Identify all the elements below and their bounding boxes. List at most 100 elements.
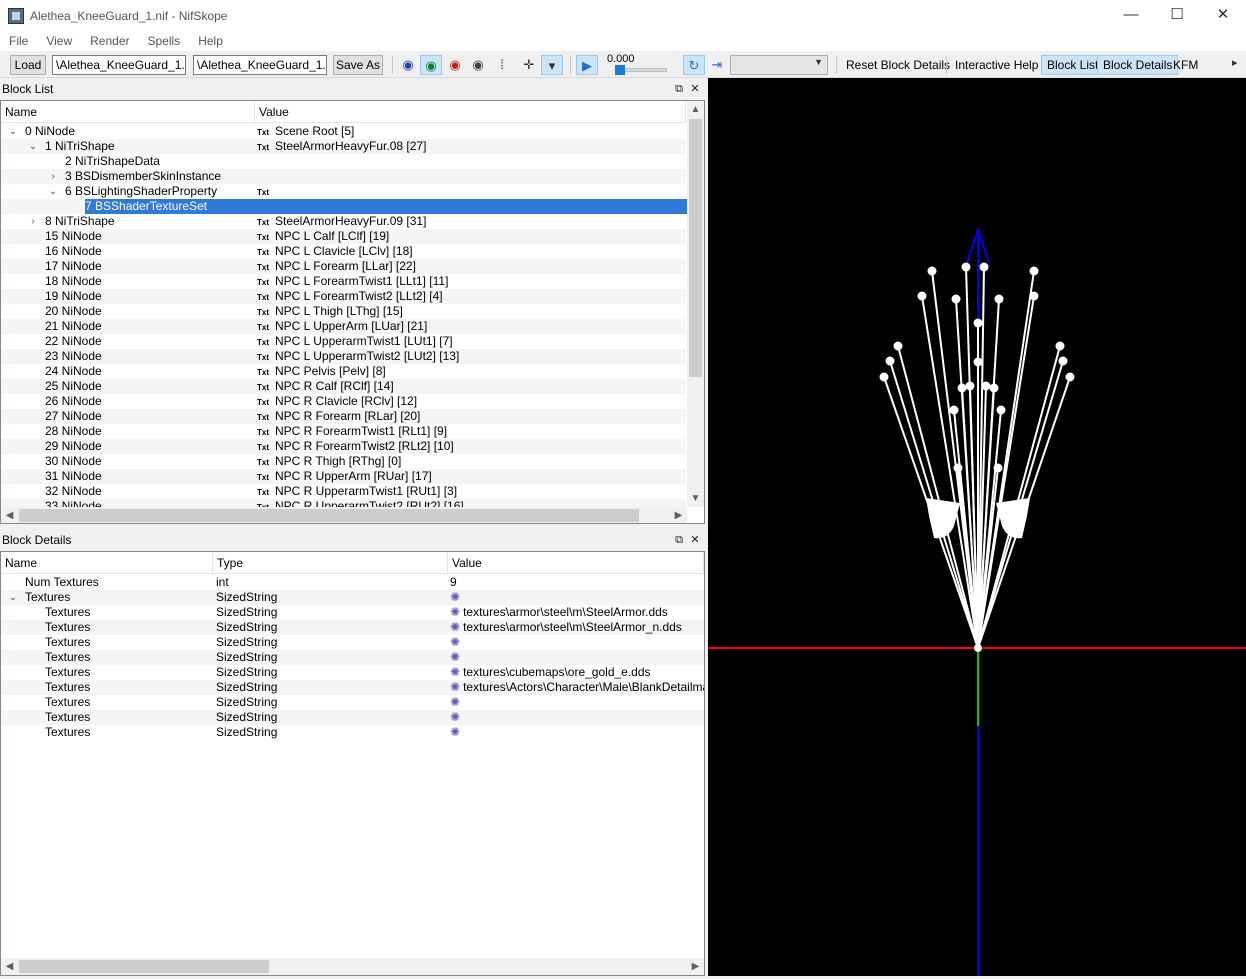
block-detail-row[interactable]: Textures SizedString ✺ bbox=[1, 695, 704, 710]
time-slider-thumb[interactable] bbox=[615, 65, 625, 75]
menu-file[interactable]: File bbox=[0, 34, 37, 48]
scroll-thumb[interactable] bbox=[689, 119, 702, 377]
block-list-vscroll[interactable]: ▲ ▼ bbox=[687, 101, 704, 507]
menu-spells[interactable]: Spells bbox=[139, 34, 190, 48]
block-list-row[interactable]: 28 NiNode Txt NPC R ForearmTwist1 [RLt1] [… bbox=[1, 424, 686, 439]
block-list-row[interactable]: 31 NiNode Txt NPC R UpperArm [RUar] [17] bbox=[1, 469, 686, 484]
block-list-row[interactable]: 22 NiNode Txt NPC L UpperarmTwist1 [LUt1] … bbox=[1, 334, 686, 349]
chevron-down-icon[interactable]: ⌄ bbox=[7, 124, 19, 139]
float-panel-icon[interactable]: ⧉ bbox=[672, 79, 686, 99]
axis-icon[interactable]: ✛ bbox=[518, 55, 540, 75]
load-path-field[interactable]: \Alethea_KneeGuard_1.nif bbox=[52, 55, 186, 75]
play-button[interactable]: ▶ bbox=[576, 55, 598, 75]
footprints-icon[interactable]: ⁞ bbox=[491, 55, 513, 75]
chevron-down-icon[interactable]: ⌄ bbox=[7, 590, 19, 605]
toolbar-overflow-icon[interactable]: ▸ bbox=[1232, 56, 1238, 69]
block-detail-row[interactable]: Textures SizedString ✺ bbox=[1, 710, 704, 725]
column-name[interactable]: Name bbox=[1, 552, 213, 574]
field-value-cell[interactable]: ✺ textures\armor\steel\m\SteelArmor.dds bbox=[450, 605, 704, 620]
column-name[interactable]: Name bbox=[1, 101, 255, 123]
load-button[interactable]: Load bbox=[10, 55, 46, 75]
block-list-row[interactable]: 20 NiNode Txt NPC L Thigh [LThg] [15] bbox=[1, 304, 686, 319]
view-dropdown-icon[interactable]: ▾ bbox=[541, 55, 563, 75]
animation-select[interactable]: ▼ bbox=[730, 55, 828, 75]
block-list-row[interactable]: 2 NiTriShapeData bbox=[1, 154, 686, 169]
block-list-row[interactable]: 26 NiNode Txt NPC R Clavicle [RClv] [12] bbox=[1, 394, 686, 409]
block-details-hscroll[interactable]: ◀ ▶ bbox=[1, 958, 704, 975]
switch-sequence-icon[interactable]: ⇥ bbox=[706, 55, 728, 75]
block-detail-row[interactable]: ⌄ Textures SizedString ✺ bbox=[1, 590, 704, 605]
view-eye-blue-icon[interactable]: ◉ bbox=[397, 55, 419, 75]
block-list-row[interactable]: 17 NiNode Txt NPC L Forearm [LLar] [22] bbox=[1, 259, 686, 274]
block-detail-row[interactable]: Textures SizedString ✺ textures\armor\steel… bbox=[1, 620, 704, 635]
block-detail-row[interactable]: Textures SizedString ✺ textures\cubemaps\or… bbox=[1, 665, 704, 680]
view-eye-red-icon[interactable]: ◉ bbox=[444, 55, 466, 75]
block-list-row[interactable]: 21 NiNode Txt NPC L UpperArm [LUar] [21] bbox=[1, 319, 686, 334]
save-as-button[interactable]: Save As bbox=[333, 55, 383, 75]
field-value-cell[interactable]: ✺ textures\cubemaps\ore_gold_e.dds bbox=[450, 665, 704, 680]
column-type[interactable]: Type bbox=[213, 552, 448, 574]
block-list-tree[interactable]: Name Value ⌄ 0 NiNode Txt Scene Root [5] ⌄ 1 … bbox=[0, 100, 705, 524]
block-list-toggle[interactable]: Block List bbox=[1041, 55, 1105, 75]
menu-help[interactable]: Help bbox=[189, 34, 232, 48]
block-detail-row[interactable]: Num Textures int 9 bbox=[1, 575, 704, 590]
field-value-cell[interactable]: ✺ bbox=[450, 695, 704, 710]
scroll-left-icon[interactable]: ◀ bbox=[1, 507, 18, 523]
block-detail-row[interactable]: Textures SizedString ✺ bbox=[1, 725, 704, 740]
field-value-cell[interactable]: ✺ textures\Actors\Character\Male\BlankDet… bbox=[450, 680, 704, 695]
block-list-row[interactable]: 15 NiNode Txt NPC L Calf [LClf] [19] bbox=[1, 229, 686, 244]
block-list-row[interactable]: 19 NiNode Txt NPC L ForearmTwist2 [LLt2] [… bbox=[1, 289, 686, 304]
field-value-cell[interactable]: 9 bbox=[450, 575, 704, 590]
block-list-row[interactable]: › 8 NiTriShape Txt SteelArmorHeavyFur.09 [3… bbox=[1, 214, 686, 229]
block-detail-row[interactable]: Textures SizedString ✺ textures\armor\steel… bbox=[1, 605, 704, 620]
render-viewport[interactable] bbox=[708, 78, 1246, 976]
field-value-cell[interactable]: ✺ bbox=[450, 725, 704, 740]
block-list-row[interactable]: 23 NiNode Txt NPC L UpperarmTwist2 [LUt2] … bbox=[1, 349, 686, 364]
block-list-row[interactable]: 29 NiNode Txt NPC R ForearmTwist2 [RLt2] [… bbox=[1, 439, 686, 454]
field-value-cell[interactable]: ✺ textures\armor\steel\m\SteelArmor_n.dds bbox=[450, 620, 704, 635]
minimize-button[interactable]: — bbox=[1108, 0, 1154, 31]
block-detail-row[interactable]: Textures SizedString ✺ textures\Actors\Char… bbox=[1, 680, 704, 695]
menu-render[interactable]: Render bbox=[81, 34, 138, 48]
chevron-right-icon[interactable]: › bbox=[47, 169, 59, 184]
column-value[interactable]: Value bbox=[448, 552, 704, 574]
reset-block-details-button[interactable]: Reset Block Details bbox=[841, 55, 955, 75]
close-panel-icon[interactable]: ✕ bbox=[688, 530, 702, 550]
block-details-tree[interactable]: Name Type Value Num Textures int 9 ⌄ Texture… bbox=[0, 551, 705, 976]
view-eye-green-icon[interactable]: ◉ bbox=[420, 55, 442, 75]
kfm-toggle[interactable]: KFM bbox=[1168, 55, 1203, 75]
scroll-down-icon[interactable]: ▼ bbox=[687, 490, 704, 507]
block-list-hscroll[interactable]: ◀ ▶ bbox=[1, 507, 687, 523]
scroll-thumb[interactable] bbox=[19, 960, 269, 973]
block-list-row[interactable]: ⌄ 1 NiTriShape Txt SteelArmorHeavyFur.08 [2… bbox=[1, 139, 686, 154]
save-path-field[interactable]: \Alethea_KneeGuard_1.nif bbox=[193, 55, 327, 75]
block-details-toggle[interactable]: Block Details bbox=[1097, 55, 1179, 75]
scroll-right-icon[interactable]: ▶ bbox=[670, 507, 687, 523]
maximize-button[interactable]: ☐ bbox=[1154, 0, 1200, 31]
block-list-row[interactable]: 7 BSShaderTextureSet bbox=[1, 199, 704, 214]
view-eye-gray-icon[interactable]: ◉ bbox=[467, 55, 489, 75]
column-value[interactable]: Value bbox=[255, 101, 686, 123]
block-list-row[interactable]: ⌄ 0 NiNode Txt Scene Root [5] bbox=[1, 124, 686, 139]
scroll-up-icon[interactable]: ▲ bbox=[687, 101, 704, 118]
chevron-down-icon[interactable]: ⌄ bbox=[47, 184, 59, 199]
interactive-help-button[interactable]: Interactive Help bbox=[950, 55, 1043, 75]
chevron-right-icon[interactable]: › bbox=[27, 214, 39, 229]
loop-icon[interactable]: ↻ bbox=[683, 55, 705, 75]
field-value-cell[interactable]: ✺ bbox=[450, 710, 704, 725]
scroll-right-icon[interactable]: ▶ bbox=[687, 958, 704, 975]
block-list-row[interactable]: 25 NiNode Txt NPC R Calf [RClf] [14] bbox=[1, 379, 686, 394]
field-value-cell[interactable]: ✺ bbox=[450, 590, 704, 605]
close-window-button[interactable]: ✕ bbox=[1200, 0, 1246, 31]
field-value-cell[interactable]: ✺ bbox=[450, 635, 704, 650]
close-panel-icon[interactable]: ✕ bbox=[688, 79, 702, 99]
block-list-row[interactable]: 16 NiNode Txt NPC L Clavicle [LClv] [18] bbox=[1, 244, 686, 259]
field-value-cell[interactable]: ✺ bbox=[450, 650, 704, 665]
block-detail-row[interactable]: Textures SizedString ✺ bbox=[1, 635, 704, 650]
block-detail-row[interactable]: Textures SizedString ✺ bbox=[1, 650, 704, 665]
block-list-row[interactable]: › 3 BSDismemberSkinInstance bbox=[1, 169, 686, 184]
float-panel-icon[interactable]: ⧉ bbox=[672, 530, 686, 550]
menu-view[interactable]: View bbox=[37, 34, 81, 48]
scroll-left-icon[interactable]: ◀ bbox=[1, 958, 18, 975]
block-list-row[interactable]: 27 NiNode Txt NPC R Forearm [RLar] [20] bbox=[1, 409, 686, 424]
